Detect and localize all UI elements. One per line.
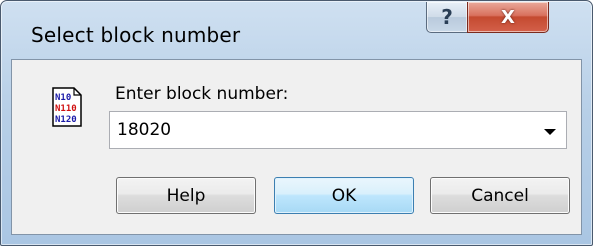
help-button[interactable]: Help [116, 177, 256, 214]
cancel-button[interactable]: Cancel [430, 177, 570, 214]
caption-help-button[interactable]: ? [426, 2, 468, 33]
prompt-label: Enter block number: [115, 84, 289, 104]
block-number-document-icon: N10 N110 N120 [52, 87, 82, 127]
icon-line-2: N110 [55, 104, 77, 114]
icon-line-1: N10 [55, 93, 71, 103]
caption-close-button[interactable]: X [467, 2, 549, 33]
block-number-combobox[interactable]: 18020 [109, 111, 567, 149]
dialog-client-area: N10 N110 N120 Enter block number: 18020 … [11, 59, 582, 235]
icon-line-3: N120 [55, 115, 77, 125]
question-mark-icon: ? [441, 5, 453, 29]
chevron-down-icon[interactable] [544, 129, 556, 135]
title-bar[interactable]: Select block number ? X [1, 1, 592, 53]
ok-button[interactable]: OK [274, 177, 414, 214]
block-number-value[interactable]: 18020 [117, 120, 171, 140]
dialog-window: Select block number ? X N10 N110 N120 En… [0, 0, 593, 246]
close-icon: X [501, 6, 515, 28]
window-title: Select block number [31, 23, 241, 47]
